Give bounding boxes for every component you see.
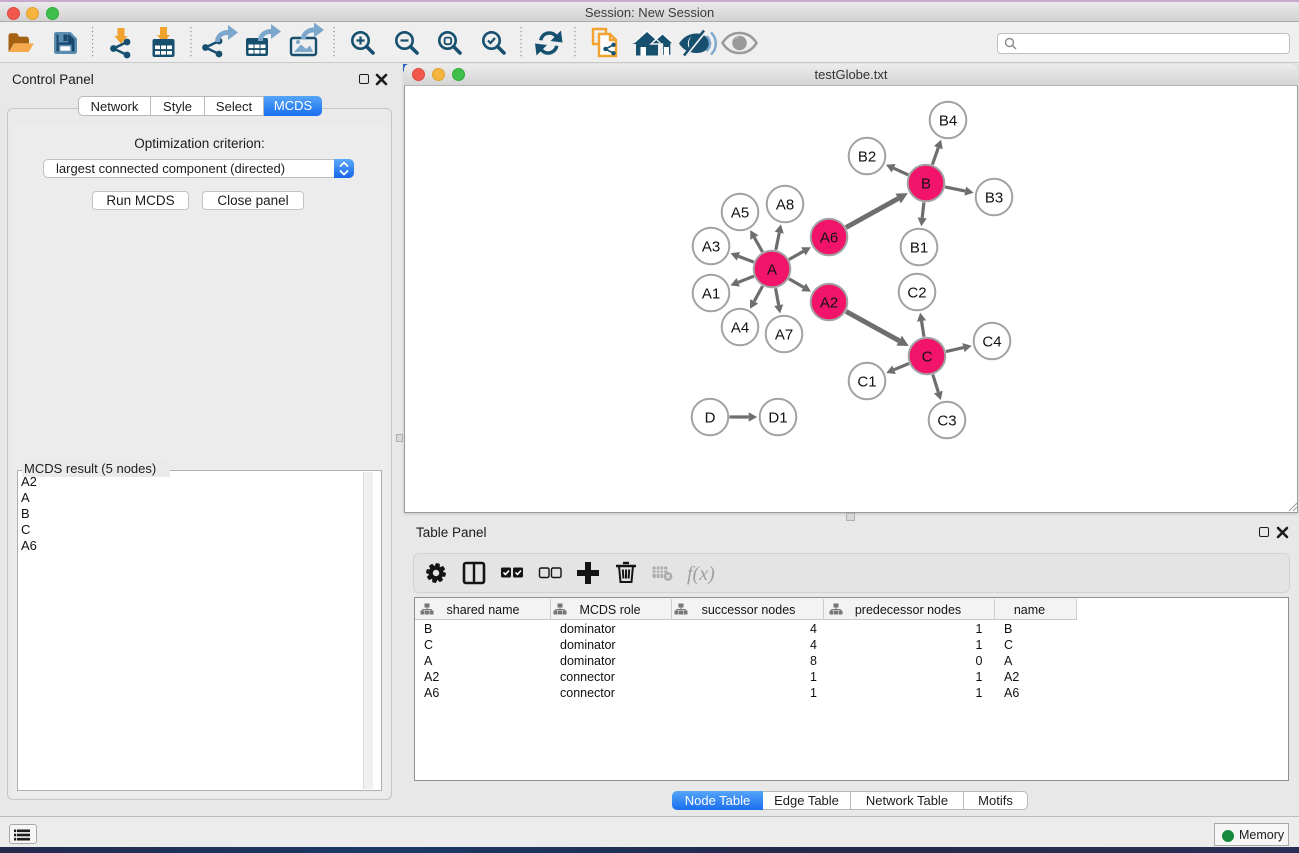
svg-text:D1: D1 xyxy=(768,409,787,426)
svg-text:A2: A2 xyxy=(1004,670,1019,684)
svg-text:B1: B1 xyxy=(910,239,928,256)
svg-text:A: A xyxy=(1004,654,1013,668)
svg-text:0: 0 xyxy=(976,654,983,668)
svg-text:1: 1 xyxy=(976,638,983,652)
svg-text:C: C xyxy=(922,348,933,365)
svg-text:B: B xyxy=(1004,622,1012,636)
svg-text:C: C xyxy=(424,638,433,652)
svg-text:dominator: dominator xyxy=(560,638,616,652)
svg-text:C1: C1 xyxy=(857,373,876,390)
svg-text:A7: A7 xyxy=(775,326,793,343)
svg-text:A6: A6 xyxy=(820,229,838,246)
svg-text:C: C xyxy=(1004,638,1013,652)
svg-text:A3: A3 xyxy=(702,238,720,255)
svg-text:MCDS role: MCDS role xyxy=(579,603,640,617)
svg-text:A4: A4 xyxy=(731,319,749,336)
svg-text:name: name xyxy=(1014,603,1045,617)
svg-text:1: 1 xyxy=(976,670,983,684)
svg-text:A: A xyxy=(424,654,433,668)
svg-text:1: 1 xyxy=(810,686,817,700)
svg-text:B4: B4 xyxy=(939,112,957,129)
svg-text:B: B xyxy=(424,622,432,636)
svg-text:B2: B2 xyxy=(858,148,876,165)
svg-text:A2: A2 xyxy=(424,670,439,684)
svg-text:8: 8 xyxy=(810,654,817,668)
svg-text:B3: B3 xyxy=(985,189,1003,206)
svg-text:dominator: dominator xyxy=(560,622,616,636)
svg-text:A8: A8 xyxy=(776,196,794,213)
svg-text:1: 1 xyxy=(976,622,983,636)
svg-text:C3: C3 xyxy=(937,412,956,429)
svg-text:D: D xyxy=(705,409,716,426)
svg-text:4: 4 xyxy=(810,622,817,636)
svg-text:connector: connector xyxy=(560,686,615,700)
svg-text:A1: A1 xyxy=(702,285,720,302)
svg-text:connector: connector xyxy=(560,670,615,684)
svg-text:shared name: shared name xyxy=(447,603,520,617)
svg-text:1: 1 xyxy=(976,686,983,700)
svg-text:f(x): f(x) xyxy=(687,563,715,585)
svg-text:1: 1 xyxy=(810,670,817,684)
svg-text:4: 4 xyxy=(810,638,817,652)
svg-text:dominator: dominator xyxy=(560,654,616,668)
svg-text:predecessor nodes: predecessor nodes xyxy=(855,603,961,617)
svg-text:A6: A6 xyxy=(424,686,439,700)
svg-text:B: B xyxy=(921,175,931,192)
svg-text:C4: C4 xyxy=(982,333,1001,350)
svg-text:successor nodes: successor nodes xyxy=(702,603,796,617)
svg-text:A6: A6 xyxy=(1004,686,1019,700)
svg-text:A: A xyxy=(767,261,777,278)
svg-text:A5: A5 xyxy=(731,204,749,221)
svg-text:A2: A2 xyxy=(820,294,838,311)
svg-text:C2: C2 xyxy=(907,284,926,301)
